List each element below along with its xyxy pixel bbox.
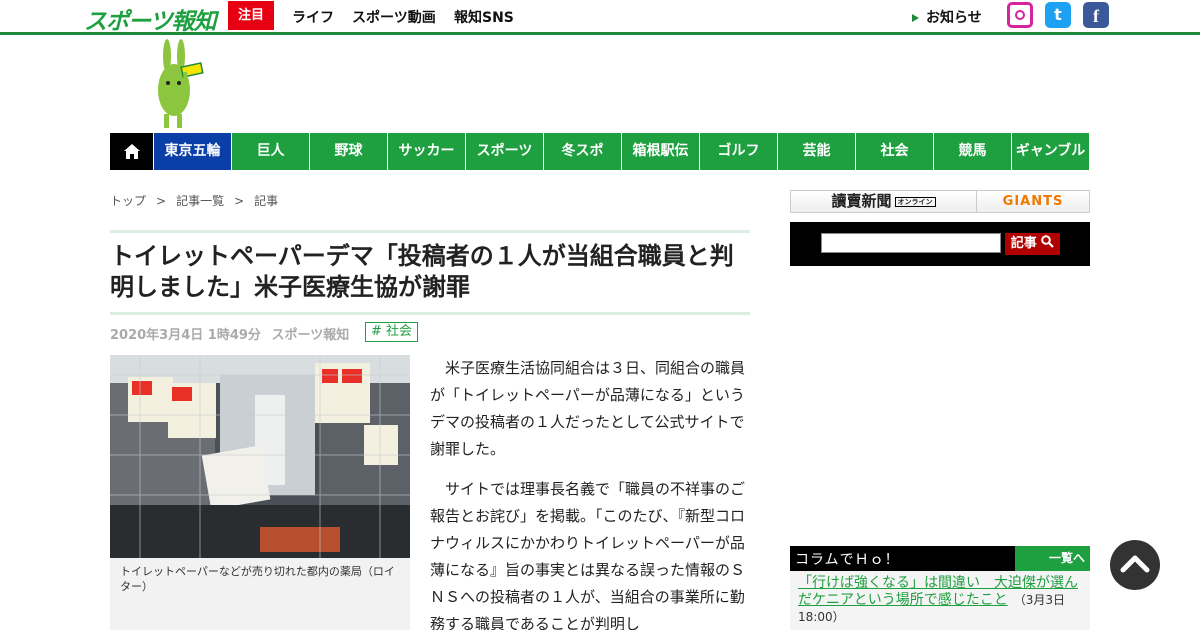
nav-item-hakone-ekiden[interactable]: 箱根駅伝 bbox=[621, 133, 699, 170]
breadcrumb-current: 記事 bbox=[254, 194, 279, 208]
nav-item-baseball[interactable]: 野球 bbox=[309, 133, 387, 170]
column-all-link[interactable]: 一覧へ bbox=[1015, 546, 1090, 571]
photo-illustration bbox=[110, 355, 410, 558]
triangle-right-icon bbox=[912, 14, 919, 22]
article-meta: 2020年3月4日 1時49分 スポーツ報知 bbox=[110, 324, 355, 343]
nav-item-winter-sports[interactable]: 冬スポ bbox=[543, 133, 621, 170]
yomiuri-online-badge: オンライン bbox=[894, 196, 936, 207]
article-source: スポーツ報知 bbox=[271, 328, 350, 343]
notice-label: お知らせ bbox=[926, 10, 982, 26]
top-bar: スポーツ報知 注目 ライフ スポーツ動画 報知SNS お知らせ t f bbox=[0, 0, 1200, 35]
breadcrumb-article-list[interactable]: 記事一覧 bbox=[176, 194, 224, 208]
article-headline: トイレットペーパーデマ「投稿者の１人が当組合職員と判明しました」米子医療生協が謝… bbox=[110, 242, 734, 301]
search-button-label: 記事 bbox=[1010, 236, 1037, 251]
top-link-sports-video[interactable]: スポーツ動画 bbox=[352, 7, 436, 27]
top-link-hochi-sns[interactable]: 報知SNS bbox=[454, 7, 514, 27]
headline-box: トイレットペーパーデマ「投稿者の１人が当組合職員と判明しました」米子医療生協が謝… bbox=[110, 230, 750, 315]
twitter-icon[interactable]: t bbox=[1045, 2, 1071, 28]
nav-item-society[interactable]: 社会 bbox=[855, 133, 933, 170]
article-date: 2020年3月4日 1時49分 bbox=[110, 328, 261, 343]
facebook-icon[interactable]: f bbox=[1083, 2, 1109, 28]
article-paragraph: サイトでは理事長名義で「職員の不祥事のご報告とお詫び」を掲載。「このたび、『新型… bbox=[430, 480, 746, 630]
home-button[interactable] bbox=[110, 133, 153, 170]
top-link-life[interactable]: ライフ bbox=[292, 7, 334, 27]
category-tag[interactable]: # 社会 bbox=[365, 322, 419, 342]
nav-item-golf[interactable]: ゴルフ bbox=[699, 133, 777, 170]
column-header: コラムでＨｏ！ 一覧へ bbox=[790, 546, 1090, 571]
nav-item-gamble[interactable]: ギャンブル bbox=[1011, 133, 1089, 170]
breadcrumb: トップ > 記事一覧 > 記事 bbox=[110, 192, 278, 209]
column-item: 「行けば強くなる」は間違い 大迫傑が選んだケニアという場所で感じたこと （3月3日… bbox=[790, 571, 1090, 630]
breadcrumb-top[interactable]: トップ bbox=[110, 194, 146, 208]
site-logo[interactable]: スポーツ報知 bbox=[84, 2, 217, 36]
nav-item-giants[interactable]: 巨人 bbox=[231, 133, 309, 170]
instagram-icon[interactable] bbox=[1007, 2, 1033, 28]
column-title: コラムでＨｏ！ bbox=[795, 552, 900, 568]
nav-item-tokyo-olympics[interactable]: 東京五輪 bbox=[153, 133, 231, 170]
nav-item-soccer[interactable]: サッカー bbox=[387, 133, 465, 170]
photo-caption: トイレットペーパーなどが売り切れた都内の薬局（ロイター） bbox=[110, 558, 410, 630]
back-to-top-button[interactable] bbox=[1110, 540, 1160, 590]
article-photo[interactable] bbox=[110, 355, 410, 558]
nav-item-sports[interactable]: スポーツ bbox=[465, 133, 543, 170]
instagram-lens bbox=[1015, 10, 1025, 20]
giants-link[interactable]: GIANTS bbox=[977, 191, 1089, 212]
search-button[interactable]: 記事 bbox=[1005, 233, 1060, 255]
search-input[interactable] bbox=[821, 233, 1001, 253]
main-nav: 東京五輪 巨人 野球 サッカー スポーツ 冬スポ 箱根駅伝 ゴルフ 芸能 社会 … bbox=[110, 133, 1089, 170]
attention-button[interactable]: 注目 bbox=[228, 1, 274, 30]
yomiuri-logo: 讀賣新聞 bbox=[831, 192, 892, 210]
mascot-icon bbox=[158, 39, 204, 128]
breadcrumb-separator: > bbox=[234, 194, 245, 208]
breadcrumb-separator: > bbox=[156, 194, 167, 208]
nav-item-entertainment[interactable]: 芸能 bbox=[777, 133, 855, 170]
home-icon bbox=[123, 144, 140, 159]
search-box: 記事 bbox=[790, 222, 1090, 266]
article-body: 米子医療生活協同組合は３日、同組合の職員が「トイレットペーパーが品薄になる」とい… bbox=[430, 355, 748, 630]
notice-link[interactable]: お知らせ bbox=[912, 7, 982, 27]
chevron-up-icon bbox=[1120, 555, 1150, 573]
search-icon bbox=[1041, 235, 1055, 248]
yomiuri-online-link[interactable]: 讀賣新聞 オンライン bbox=[791, 191, 977, 212]
nav-item-horse-racing[interactable]: 競馬 bbox=[933, 133, 1011, 170]
yomiuri-giants-bar: 讀賣新聞 オンライン GIANTS bbox=[790, 190, 1090, 213]
article-paragraph: 米子医療生活協同組合は３日、同組合の職員が「トイレットペーパーが品薄になる」とい… bbox=[430, 359, 746, 458]
